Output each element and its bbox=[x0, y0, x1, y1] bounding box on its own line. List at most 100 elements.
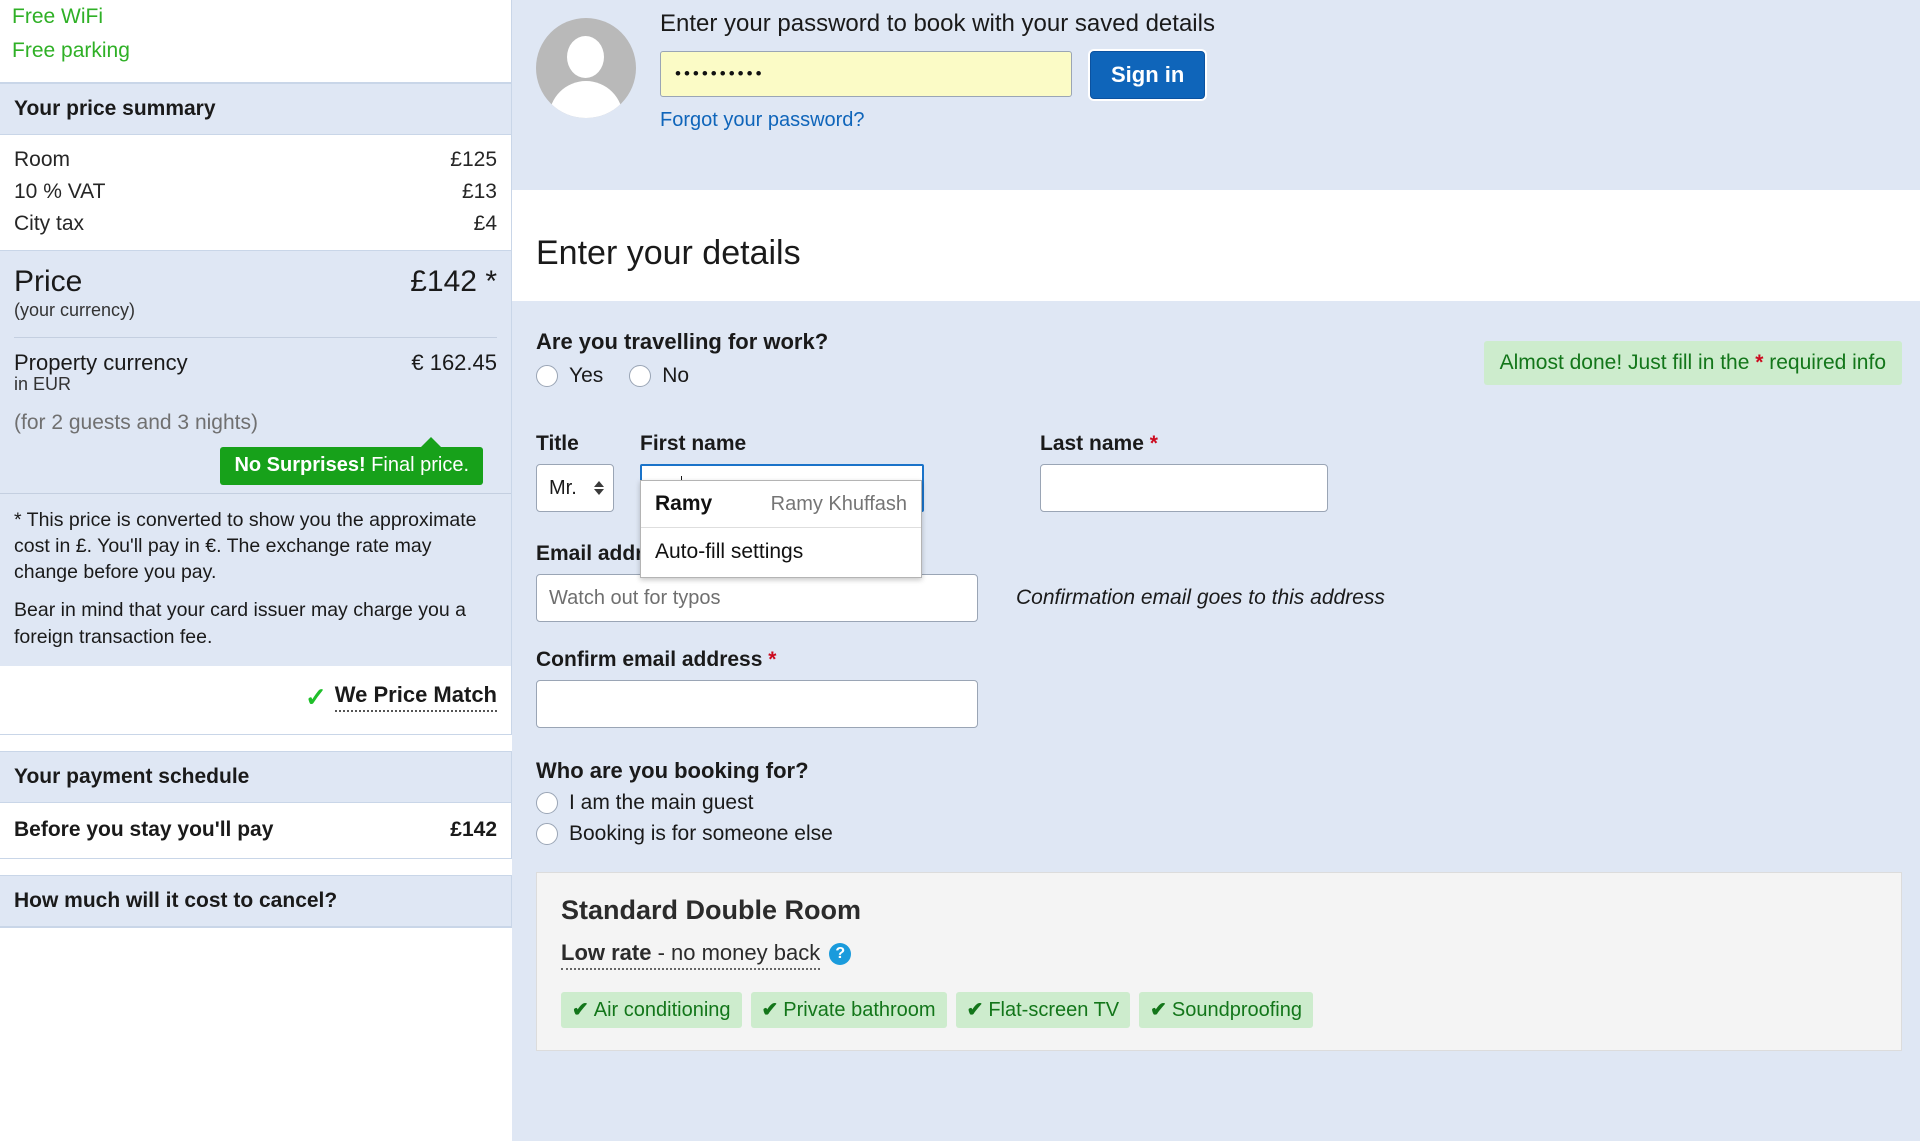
signin-row: •••••••••• Sign in bbox=[660, 51, 1215, 99]
radio-circle-icon[interactable] bbox=[536, 792, 558, 814]
details-form-panel: Almost done! Just fill in the * required… bbox=[512, 301, 1920, 1141]
price-match-block[interactable]: ✓ We Price Match bbox=[0, 665, 511, 734]
price-summary-heading: Your price summary bbox=[0, 84, 511, 135]
radio-work-yes[interactable]: Yes bbox=[536, 364, 603, 388]
title-select[interactable]: Mr. bbox=[536, 464, 614, 512]
property-currency-value: € 162.45 bbox=[411, 350, 497, 375]
check-icon: ✔ bbox=[1150, 999, 1167, 1021]
first-name-label: First name bbox=[640, 432, 747, 455]
your-currency-note: (your currency) bbox=[14, 300, 136, 320]
check-icon: ✔ bbox=[572, 999, 589, 1021]
chip-flat-screen-tv: ✔ Flat-screen TV bbox=[955, 992, 1131, 1028]
signin-title: Enter your password to book with your sa… bbox=[660, 10, 1215, 37]
forgot-password-link[interactable]: Forgot your password? bbox=[660, 109, 1215, 132]
amenities-card: Free WiFi Free parking bbox=[0, 0, 512, 83]
badge-rest-text: Final price. bbox=[365, 454, 469, 476]
price-row-label: 10 % VAT bbox=[14, 180, 106, 203]
price-row-value: £4 bbox=[473, 212, 497, 235]
radio-circle-icon[interactable] bbox=[629, 365, 652, 387]
radio-circle-icon[interactable] bbox=[536, 823, 558, 845]
stepper-arrows-icon bbox=[594, 481, 604, 495]
confirm-email-label: Confirm email address * bbox=[536, 648, 978, 672]
no-surprises-badge-wrap: No Surprises! Final price. bbox=[14, 435, 497, 493]
signin-panel: Enter your password to book with your sa… bbox=[512, 0, 1920, 190]
page-title: Enter your details bbox=[512, 190, 1920, 301]
title-field-group: Title Mr. bbox=[536, 432, 614, 512]
cancel-cost-card: How much will it cost to cancel? bbox=[0, 874, 512, 928]
sign-in-button[interactable]: Sign in bbox=[1090, 51, 1206, 99]
required-star: * bbox=[768, 648, 777, 671]
title-select-value: Mr. bbox=[549, 476, 577, 499]
payment-schedule-heading: Your payment schedule bbox=[0, 751, 511, 803]
price-row-city-tax: City tax £4 bbox=[0, 208, 511, 250]
chip-label: Private bathroom bbox=[783, 999, 936, 1021]
autofill-suggestion-fullname: Ramy Khuffash bbox=[770, 492, 907, 515]
alert-text-pre: Almost done! Just fill in the bbox=[1499, 351, 1756, 374]
payment-schedule-label: Before you stay you'll pay bbox=[14, 817, 274, 841]
payment-schedule-value: £142 bbox=[450, 817, 497, 841]
avatar-wrap bbox=[512, 0, 636, 118]
property-currency-label: Property currency bbox=[14, 350, 188, 375]
radio-work-no[interactable]: No bbox=[629, 364, 689, 388]
chip-soundproofing: ✔ Soundproofing bbox=[1139, 992, 1313, 1028]
divider bbox=[14, 337, 497, 338]
title-field-label: Title bbox=[536, 432, 579, 455]
property-currency-code: in EUR bbox=[14, 374, 72, 394]
check-icon: ✔ bbox=[761, 999, 779, 1021]
email-input[interactable]: Watch out for typos bbox=[536, 574, 978, 622]
help-icon[interactable]: ? bbox=[829, 943, 852, 965]
payment-schedule-row: Before you stay you'll pay £142 bbox=[0, 803, 511, 858]
price-summary-card: Your price summary Room £125 10 % VAT £1… bbox=[0, 83, 512, 735]
radio-work-yes-label: Yes bbox=[569, 364, 604, 387]
price-match-inner[interactable]: ✓ We Price Match bbox=[305, 682, 497, 712]
radio-main-guest[interactable]: I am the main guest bbox=[536, 791, 1920, 815]
required-star: * bbox=[1149, 432, 1158, 455]
no-surprises-badge: No Surprises! Final price. bbox=[220, 447, 483, 485]
chip-label: Soundproofing bbox=[1171, 999, 1302, 1021]
total-price-value: £142 * bbox=[410, 265, 497, 298]
property-currency-row: Property currency € 162.45 bbox=[14, 350, 497, 376]
rate-bold-text: Low rate bbox=[561, 940, 652, 965]
radio-someone-else-label: Booking is for someone else bbox=[569, 822, 833, 845]
required-info-alert: Almost done! Just fill in the * required… bbox=[1483, 341, 1902, 385]
price-row-label: Room bbox=[14, 148, 71, 171]
price-match-label[interactable]: We Price Match bbox=[334, 682, 497, 712]
price-row-label: City tax bbox=[14, 212, 85, 235]
booking-for-block: Who are you booking for? I am the main g… bbox=[536, 758, 1920, 846]
last-name-input[interactable] bbox=[1040, 464, 1328, 512]
radio-someone-else[interactable]: Booking is for someone else bbox=[536, 822, 1920, 846]
room-amenity-chips: ✔ Air conditioning ✔ Private bathroom ✔ Fla… bbox=[561, 992, 1877, 1028]
radio-main-guest-label: I am the main guest bbox=[569, 791, 754, 814]
last-name-field-group: Last name * bbox=[1040, 432, 1328, 512]
avatar-head bbox=[567, 36, 604, 78]
amenity-free-wifi: Free WiFi bbox=[12, 5, 103, 28]
price-row-room: Room £125 bbox=[0, 135, 511, 176]
payment-schedule-card: Your payment schedule Before you stay yo… bbox=[0, 750, 512, 859]
badge-bold-text: No Surprises! bbox=[234, 454, 366, 476]
fineprint-conversion: * This price is converted to show you th… bbox=[14, 509, 477, 584]
radio-circle-icon[interactable] bbox=[536, 365, 558, 387]
autofill-suggestion-item[interactable]: Ramy Ramy Khuffash bbox=[641, 481, 921, 528]
price-row-value: £13 bbox=[461, 180, 497, 203]
check-icon: ✓ bbox=[304, 681, 327, 712]
password-input[interactable]: •••••••••• bbox=[660, 51, 1072, 97]
chip-air-conditioning: ✔ Air conditioning bbox=[561, 992, 742, 1028]
last-name-label: Last name * bbox=[1040, 432, 1328, 456]
price-row-value: £125 bbox=[450, 148, 497, 171]
total-price-row: Price £142 * bbox=[14, 265, 497, 299]
autofill-settings-item[interactable]: Auto-fill settings bbox=[641, 528, 921, 577]
confirm-email-input[interactable] bbox=[536, 680, 978, 728]
rate-label[interactable]: Low rate - no money back bbox=[561, 940, 821, 970]
rate-line: Low rate - no money back ? bbox=[561, 940, 1877, 970]
room-name: Standard Double Room bbox=[561, 895, 862, 925]
check-icon: ✔ bbox=[966, 999, 984, 1021]
autofill-dropdown[interactable]: Ramy Ramy Khuffash Auto-fill settings bbox=[640, 480, 922, 578]
confirm-email-field-group: Confirm email address * bbox=[536, 648, 978, 728]
room-card: Standard Double Room Low rate - no money… bbox=[536, 872, 1902, 1051]
name-fields-row: Title Mr. First name Ra Ramy Ramy Khuffa… bbox=[536, 432, 1920, 578]
amenity-free-parking: Free parking bbox=[12, 39, 130, 62]
confirmation-email-note: Confirmation email goes to this address bbox=[1016, 586, 1385, 609]
price-fineprint: * This price is converted to show you th… bbox=[0, 493, 511, 666]
avatar-body bbox=[549, 81, 623, 118]
booking-for-question: Who are you booking for? bbox=[536, 758, 809, 783]
